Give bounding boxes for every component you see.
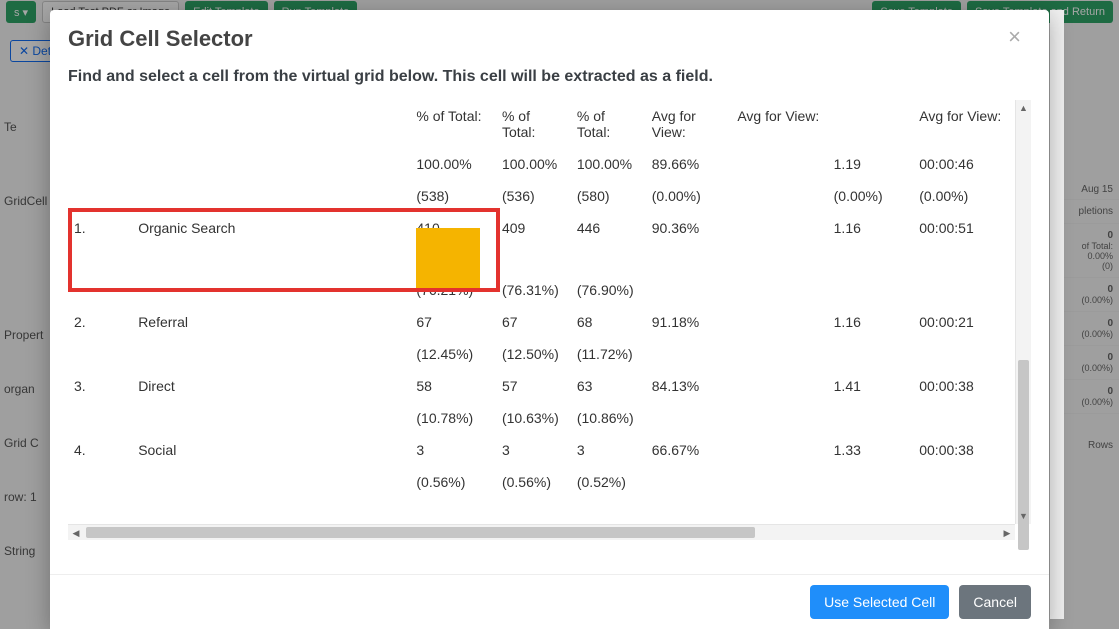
grid-cell[interactable]: (76.31%) (496, 274, 571, 306)
grid-cell[interactable]: (12.45%) (410, 338, 496, 370)
grid-cell-selector-modal: Grid Cell Selector × Find and select a c… (50, 10, 1049, 629)
grid-cell[interactable]: 00:00:38 (913, 370, 1031, 402)
grid-cell[interactable]: 58 (410, 370, 496, 402)
grid-cell[interactable]: (10.86%) (571, 402, 646, 434)
modal-instructions: Find and select a cell from the virtual … (68, 68, 1031, 86)
grid-cell[interactable]: 67 (496, 306, 571, 338)
grid-cell[interactable]: 1.33 (828, 434, 914, 466)
grid-cell[interactable]: 89.66% (646, 148, 732, 180)
grid-cell[interactable]: 100.00% (571, 148, 646, 180)
grid-totals-row[interactable]: (538) (536) (580) (0.00%) (0.00%) (0.00%… (68, 180, 1031, 212)
grid-cell[interactable]: 00:00:21 (913, 306, 1031, 338)
grid-cell[interactable]: 3 (496, 434, 571, 466)
grid-cell[interactable]: (0.00%) (913, 180, 1031, 212)
grid-vertical-scrollbar[interactable]: ▲ ▼ (1015, 100, 1031, 524)
grid-cell[interactable]: 409 (496, 212, 571, 244)
grid-cell[interactable]: 1.41 (828, 370, 914, 402)
grid-cell[interactable]: 1.19 (828, 148, 914, 180)
grid-cell[interactable]: 100.00% (496, 148, 571, 180)
row-name[interactable]: Organic Search (132, 212, 346, 244)
grid-cell[interactable]: 3 (571, 434, 646, 466)
grid-data-row[interactable]: 2. Referral 67 67 68 91.18% 1.16 00:00:2… (68, 306, 1031, 338)
col-header[interactable]: Avg for View: (646, 100, 732, 148)
col-header[interactable]: % of Total: (410, 100, 496, 148)
grid-cell[interactable]: 57 (496, 370, 571, 402)
scroll-down-icon[interactable]: ▼ (1016, 508, 1031, 524)
grid-cell[interactable]: (10.78%) (410, 402, 496, 434)
grid-data-row[interactable]: (10.78%) (10.63%) (10.86%) (68, 402, 1031, 434)
grid-cell[interactable]: (0.00%) (828, 180, 914, 212)
col-header[interactable]: % of Total: (496, 100, 571, 148)
row-index[interactable]: 2. (68, 306, 132, 338)
grid-cell[interactable]: (0.56%) (410, 466, 496, 498)
col-header[interactable]: Avg for View: (913, 100, 1031, 148)
scroll-left-icon[interactable]: ◀ (68, 525, 84, 540)
grid-cell[interactable]: 1.16 (828, 306, 914, 338)
grid-cell[interactable]: 00:00:51 (913, 212, 1031, 244)
grid-cell[interactable]: 100.00% (410, 148, 496, 180)
grid-data-row[interactable]: (76.21%) (76.31%) (76.90%) (68, 274, 1031, 306)
grid-cell[interactable]: 410 (410, 212, 496, 244)
grid-cell[interactable]: (0.52%) (571, 466, 646, 498)
scroll-up-icon[interactable]: ▲ (1016, 100, 1031, 116)
scroll-right-icon[interactable]: ▶ (999, 525, 1015, 540)
grid-cell[interactable]: 63 (571, 370, 646, 402)
grid-cell[interactable]: (538) (410, 180, 496, 212)
page-scrollbar[interactable] (1050, 10, 1064, 619)
row-name[interactable]: Social (132, 434, 346, 466)
grid-data-row[interactable]: 3. Direct 58 57 63 84.13% 1.41 00:00:38 (68, 370, 1031, 402)
row-index[interactable]: 4. (68, 434, 132, 466)
grid-totals-row[interactable]: 100.00% 100.00% 100.00% 89.66% 1.19 00:0… (68, 148, 1031, 180)
col-header[interactable]: Avg for View: (731, 100, 827, 148)
row-name[interactable]: Direct (132, 370, 346, 402)
grid-cell[interactable]: 00:00:46 (913, 148, 1031, 180)
virtual-grid[interactable]: % of Total: % of Total: % of Total: Avg … (68, 100, 1031, 560)
grid-cell[interactable]: 68 (571, 306, 646, 338)
grid-cell[interactable]: (580) (571, 180, 646, 212)
grid-cell[interactable]: 91.18% (646, 306, 732, 338)
grid-cell[interactable]: (536) (496, 180, 571, 212)
grid-cell[interactable]: 3 (410, 434, 496, 466)
grid-cell[interactable]: 1.16 (828, 212, 914, 244)
scroll-thumb[interactable] (86, 527, 755, 538)
grid-data-row[interactable]: (0.56%) (0.56%) (0.52%) (68, 466, 1031, 498)
grid-cell[interactable]: 446 (571, 212, 646, 244)
modal-footer: Use Selected Cell Cancel (50, 574, 1049, 629)
grid-cell[interactable]: 90.36% (646, 212, 732, 244)
grid-cell[interactable]: (12.50%) (496, 338, 571, 370)
grid-data-row[interactable] (68, 244, 1031, 274)
grid-cell[interactable]: (10.63%) (496, 402, 571, 434)
use-selected-cell-button[interactable]: Use Selected Cell (810, 585, 949, 619)
grid-cell[interactable]: 67 (410, 306, 496, 338)
grid-data-row[interactable]: 1. Organic Search 410 409 446 90.36% 1.1… (68, 212, 1031, 244)
modal-title: Grid Cell Selector (68, 26, 1004, 52)
grid-cell[interactable]: (0.56%) (496, 466, 571, 498)
grid-data-row[interactable]: 4. Social 3 3 3 66.67% 1.33 00:00:38 (68, 434, 1031, 466)
grid-table[interactable]: % of Total: % of Total: % of Total: Avg … (68, 100, 1031, 498)
grid-data-row[interactable]: (12.45%) (12.50%) (11.72%) (68, 338, 1031, 370)
grid-horizontal-scrollbar[interactable]: ◀ ▶ (68, 524, 1015, 540)
grid-cell[interactable]: 84.13% (646, 370, 732, 402)
row-name[interactable]: Referral (132, 306, 346, 338)
row-index[interactable]: 1. (68, 212, 132, 244)
close-icon[interactable]: × (1004, 26, 1025, 48)
grid-cell[interactable]: 66.67% (646, 434, 732, 466)
grid-cell[interactable]: (76.90%) (571, 274, 646, 306)
grid-cell[interactable]: (0.00%) (646, 180, 732, 212)
grid-header-row[interactable]: % of Total: % of Total: % of Total: Avg … (68, 100, 1031, 148)
col-header[interactable]: % of Total: (571, 100, 646, 148)
row-index[interactable]: 3. (68, 370, 132, 402)
grid-cell[interactable]: (76.21%) (410, 274, 496, 306)
grid-cell[interactable]: 00:00:38 (913, 434, 1031, 466)
grid-cell[interactable]: (11.72%) (571, 338, 646, 370)
cancel-button[interactable]: Cancel (959, 585, 1031, 619)
